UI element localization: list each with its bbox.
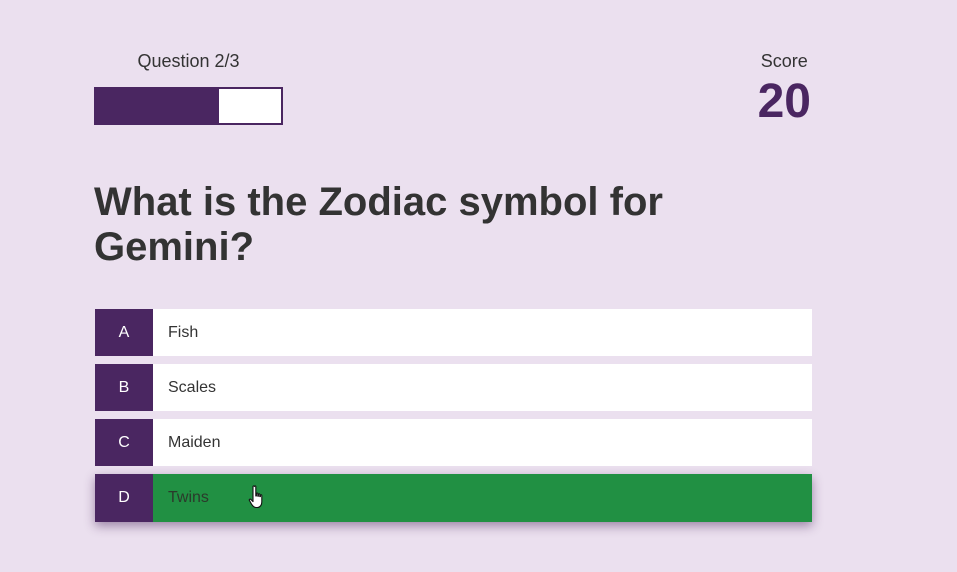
choice-prefix: A xyxy=(95,309,153,356)
quiz-screen: Question 2/3 Score 20 What is the Zodiac… xyxy=(0,0,957,572)
progress-bar-fill xyxy=(96,89,220,123)
choice-c[interactable]: C Maiden xyxy=(95,419,812,466)
choice-text: Scales xyxy=(168,378,217,396)
choice-prefix: D xyxy=(95,474,153,522)
choice-prefix: C xyxy=(95,419,153,466)
progress-bar xyxy=(94,87,283,125)
choice-d[interactable]: D Twins xyxy=(95,474,812,522)
choice-text: Fish xyxy=(168,323,199,341)
score-section: Score 20 xyxy=(758,50,811,128)
score-value: 20 xyxy=(757,75,811,128)
choice-prefix: B xyxy=(95,364,153,411)
choice-b[interactable]: B Scales xyxy=(95,364,812,411)
choice-a[interactable]: A Fish xyxy=(95,309,812,356)
progress-text: Question 2/3 xyxy=(137,51,240,71)
question-text: What is the Zodiac symbol for Gemini? xyxy=(94,180,663,269)
hand-pointer-icon xyxy=(248,485,263,509)
choice-list: A Fish B Scales C Maiden D Twins xyxy=(95,309,812,530)
score-label: Score xyxy=(760,51,808,71)
progress-section: Question 2/3 xyxy=(94,50,283,125)
choice-text: Maiden xyxy=(168,433,221,451)
